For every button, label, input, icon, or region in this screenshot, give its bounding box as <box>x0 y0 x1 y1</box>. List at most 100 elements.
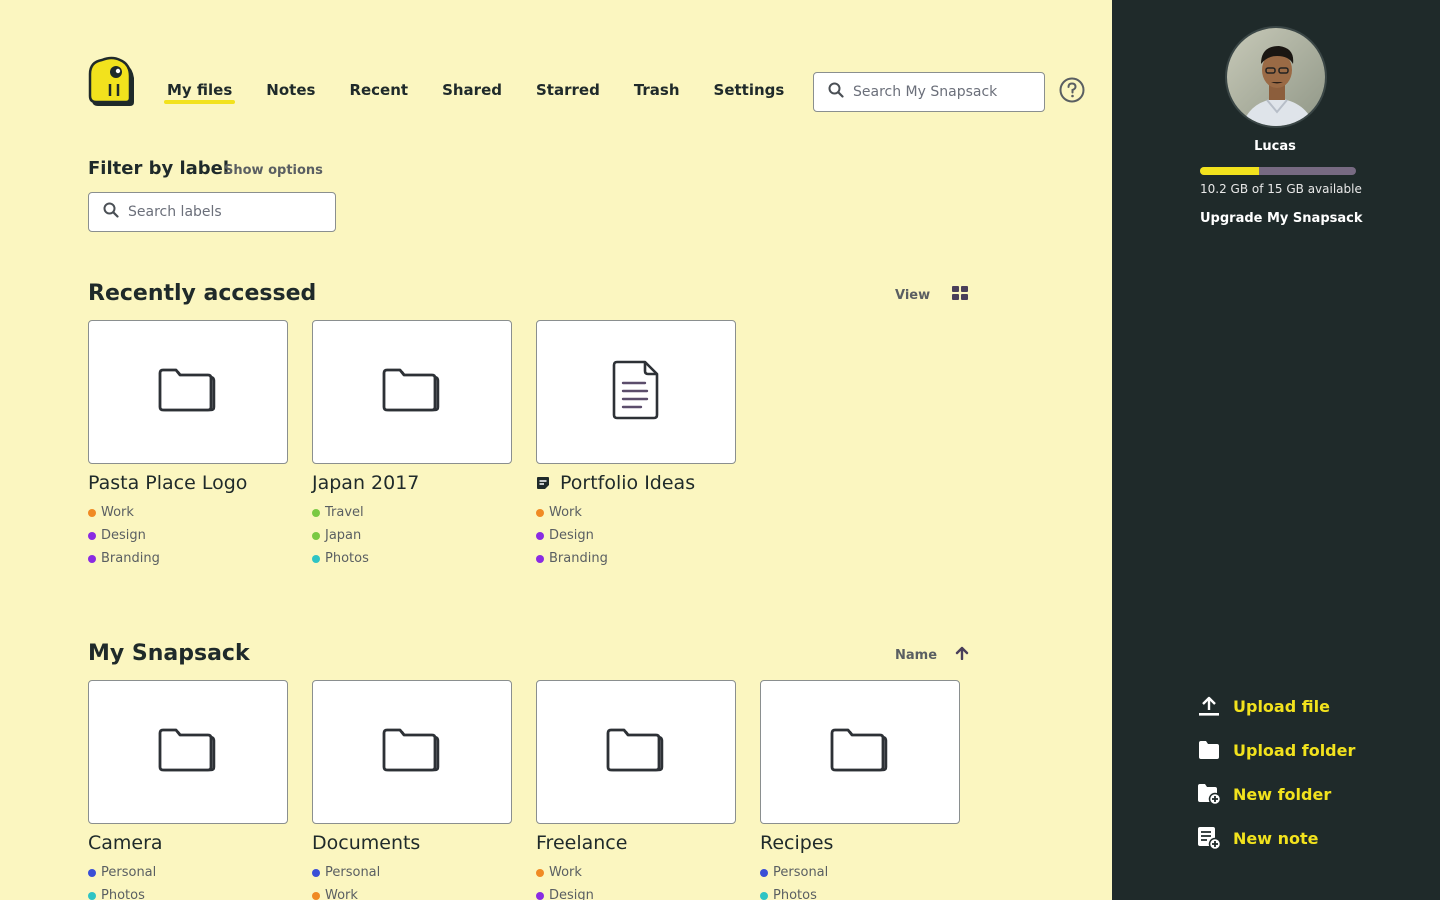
label-tag[interactable]: Work <box>312 887 414 900</box>
label-tag[interactable]: Japan <box>312 527 414 544</box>
label-color-dot <box>88 891 96 900</box>
label-search-box[interactable] <box>88 192 336 232</box>
folder-icon <box>830 727 890 777</box>
folder-card-camera[interactable]: Camera Personal Photos <box>88 680 288 900</box>
upload-folder-button[interactable]: Upload folder <box>1196 728 1355 772</box>
label-tag[interactable]: Design <box>536 527 638 544</box>
folder-thumbnail[interactable] <box>536 680 736 824</box>
folder-icon <box>382 727 442 777</box>
card-title-text: Portfolio Ideas <box>560 472 696 494</box>
label-tag[interactable]: Photos <box>312 550 414 567</box>
label-tag[interactable]: Personal <box>760 864 862 881</box>
storage-progress-bar <box>1200 167 1356 175</box>
nav-settings[interactable]: Settings <box>714 80 785 104</box>
tag-list: Work Design Branding <box>536 504 736 567</box>
card-title[interactable]: Freelance <box>536 832 736 854</box>
upload-file-label: Upload file <box>1233 696 1330 716</box>
folder-icon <box>382 367 442 417</box>
tag-list: Work Design Branding <box>88 504 288 567</box>
card-title[interactable]: Pasta Place Logo <box>88 472 288 494</box>
label-color-dot <box>312 531 320 540</box>
label-tag[interactable]: Personal <box>88 864 190 881</box>
card-title[interactable]: Japan 2017 <box>312 472 512 494</box>
label-tag[interactable]: Work <box>536 864 638 881</box>
label-search-input[interactable] <box>128 204 308 220</box>
folder-card-freelance[interactable]: Freelance Work Design <box>536 680 736 900</box>
tag-list: Work Design <box>536 864 736 900</box>
upgrade-link[interactable]: Upgrade My Snapsack <box>1200 211 1363 226</box>
label-tag-text: Personal <box>325 865 381 880</box>
folder-icon <box>1196 737 1222 763</box>
label-tag[interactable]: Photos <box>88 887 190 900</box>
note-card-portfolio-ideas[interactable]: Portfolio Ideas Work Design Branding <box>536 320 736 567</box>
label-color-dot <box>88 531 96 540</box>
label-tag-text: Photos <box>325 551 369 566</box>
label-tag[interactable]: Work <box>88 504 190 521</box>
folder-thumbnail[interactable] <box>88 680 288 824</box>
search-input[interactable] <box>853 84 1033 100</box>
sort-control[interactable]: Name <box>895 646 969 664</box>
new-folder-label: New folder <box>1233 784 1332 804</box>
label-tag-text: Design <box>549 528 594 543</box>
main-content: My files Notes Recent Shared Starred Tra… <box>0 0 1112 900</box>
sort-label: Name <box>895 647 938 663</box>
nav-my-files[interactable]: My files <box>163 80 236 104</box>
document-icon <box>611 359 661 425</box>
search-icon <box>103 202 119 222</box>
label-tag-text: Work <box>325 888 358 900</box>
card-title[interactable]: Recipes <box>760 832 960 854</box>
action-list: Upload file Upload folder New folder New… <box>1196 684 1355 860</box>
upload-file-button[interactable]: Upload file <box>1196 684 1355 728</box>
label-tag-text: Branding <box>101 551 160 566</box>
avatar[interactable] <box>1225 26 1327 128</box>
label-tag[interactable]: Design <box>88 527 190 544</box>
view-toggle[interactable]: View <box>895 286 969 304</box>
folder-card-recipes[interactable]: RecipesPersonalPhotosFood <box>760 680 960 900</box>
snapsack-logo[interactable] <box>88 56 138 110</box>
nav-starred[interactable]: Starred <box>536 80 600 104</box>
folder-thumbnail[interactable] <box>760 680 960 824</box>
new-note-button[interactable]: New note <box>1196 816 1355 860</box>
folder-thumbnail[interactable] <box>312 320 512 464</box>
note-icon <box>536 476 550 490</box>
storage-text: 10.2 GB of 15 GB available <box>1200 182 1362 196</box>
label-tag[interactable]: Work <box>536 504 638 521</box>
card-title[interactable]: Portfolio Ideas <box>536 472 736 494</box>
label-tag[interactable]: Travel <box>312 504 414 521</box>
nav-shared[interactable]: Shared <box>442 80 502 104</box>
grid-view-icon <box>952 286 969 304</box>
nav-notes[interactable]: Notes <box>266 80 315 104</box>
label-color-dot <box>88 508 96 517</box>
card-title-text: Recipes <box>760 832 834 854</box>
card-title[interactable]: Documents <box>312 832 512 854</box>
folder-thumbnail[interactable] <box>88 320 288 464</box>
folder-icon <box>158 727 218 777</box>
help-icon[interactable] <box>1059 77 1085 103</box>
folder-card-documents[interactable]: Documents Personal Work <box>312 680 512 900</box>
nav-recent[interactable]: Recent <box>349 80 408 104</box>
label-tag[interactable]: Photos <box>760 887 862 900</box>
folder-thumbnail[interactable] <box>312 680 512 824</box>
document-thumbnail[interactable] <box>536 320 736 464</box>
new-folder-icon <box>1196 781 1222 807</box>
snapsack-section-title: My Snapsack <box>88 641 250 666</box>
label-tag[interactable]: Design <box>536 887 638 900</box>
card-title[interactable]: Camera <box>88 832 288 854</box>
label-tag[interactable]: Branding <box>536 550 638 567</box>
main-nav: My files Notes Recent Shared Starred Tra… <box>163 80 818 104</box>
card-title-text: Pasta Place Logo <box>88 472 248 494</box>
label-tag-text: Photos <box>773 888 817 900</box>
label-tag-text: Work <box>101 505 134 520</box>
folder-card-japan-2017[interactable]: Japan 2017 Travel Japan Photos <box>312 320 512 567</box>
new-folder-button[interactable]: New folder <box>1196 772 1355 816</box>
search-box[interactable] <box>813 72 1045 112</box>
folder-card-pasta-place-logo[interactable]: Pasta Place Logo Work Design Branding <box>88 320 288 567</box>
label-tag-text: Japan <box>325 528 362 543</box>
label-color-dot <box>312 868 320 877</box>
label-tag[interactable]: Branding <box>88 550 190 567</box>
nav-trash[interactable]: Trash <box>634 80 680 104</box>
user-sidebar: Lucas 10.2 GB of 15 GB available Upgrade… <box>1112 0 1440 900</box>
show-options-link[interactable]: Show options <box>224 163 323 178</box>
folder-icon <box>158 367 218 417</box>
label-tag[interactable]: Personal <box>312 864 414 881</box>
